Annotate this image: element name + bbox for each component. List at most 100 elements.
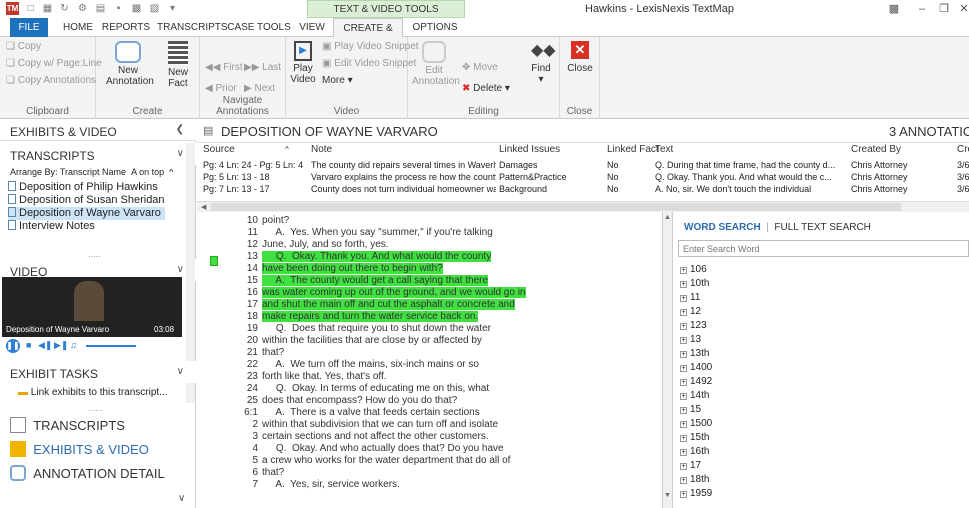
col-text[interactable]: Text [655, 143, 673, 157]
scroll-down-icon[interactable]: ▼ [664, 492, 671, 499]
col-source[interactable]: Source [203, 143, 235, 157]
edit-video-snippet-button[interactable]: ▣ Edit Video Snippet [322, 58, 416, 69]
col-note[interactable]: Note [311, 143, 332, 157]
list-item[interactable]: Deposition of Philip Hawkins [8, 181, 165, 194]
scroll-left-icon[interactable]: ◀ [201, 203, 206, 211]
new-fact-button[interactable]: New Fact [160, 41, 196, 89]
save-icon[interactable]: □ [25, 3, 36, 14]
expand-icon[interactable]: + [680, 365, 687, 372]
expand-icon[interactable]: + [680, 477, 687, 484]
tab-file[interactable]: FILE [10, 18, 48, 37]
tab-full-text-search[interactable]: FULL TEXT SEARCH [774, 222, 871, 233]
transcript-icon[interactable]: ▤ [95, 3, 106, 14]
transcript-line[interactable]: 17 and shut the main off and cut the asph… [197, 299, 515, 310]
word-list-item[interactable]: +1400 [680, 362, 712, 376]
tab-create-edit[interactable]: CREATE & EDIT [333, 18, 403, 53]
table-cell[interactable]: Background [499, 184, 599, 195]
table-cell[interactable]: Varvaro explains the process re how the … [311, 172, 496, 183]
word-list-item[interactable]: +12 [680, 306, 701, 320]
close-button[interactable]: ✕ Close [566, 41, 594, 74]
next-button[interactable]: ▶ Next [244, 83, 275, 94]
transcript-line[interactable]: 25 does that encompass? How do you do tha… [197, 395, 457, 406]
word-list-item[interactable]: +13th [680, 348, 709, 362]
transcript-line[interactable]: 11 A. Yes. When you say "summer," if you… [197, 227, 493, 238]
chevron-down-icon[interactable]: ∨ [177, 148, 184, 159]
table-cell[interactable]: Chris Attorney [851, 160, 951, 171]
volume-icon[interactable]: ♫ [70, 340, 77, 350]
chevron-down-icon[interactable]: ∨ [178, 493, 185, 504]
transcript-view[interactable]: 10 point? 11 A. Yes. When you say "summer,… [197, 212, 663, 508]
expand-icon[interactable]: + [680, 267, 687, 274]
transcript-line[interactable]: 22 A. We turn off the mains, six-inch ma… [197, 359, 479, 370]
table-cell[interactable]: No [607, 160, 652, 171]
table-cell[interactable]: 3/6 [957, 184, 969, 195]
expand-icon[interactable]: + [680, 281, 687, 288]
word-list-item[interactable]: +123 [680, 320, 707, 334]
previous-icon[interactable]: ◀❚ [38, 340, 52, 351]
tab-view[interactable]: VIEW [296, 18, 328, 37]
table-cell[interactable]: Pg: 4 Ln: 24 - Pg: 5 Ln: 4 [203, 160, 308, 171]
splitter-grip[interactable]: ...... [88, 403, 103, 413]
transcript-line[interactable]: 24 Q. Okay. In terms of educating me on … [197, 383, 489, 394]
tab-reports[interactable]: REPORTS [100, 18, 152, 37]
expand-icon[interactable]: + [680, 463, 687, 470]
transcript-line[interactable]: 6 that? [197, 467, 284, 478]
print-icon[interactable]: ▦ [42, 3, 53, 14]
scroll-thumb[interactable] [211, 203, 901, 211]
expand-icon[interactable]: + [680, 295, 687, 302]
list-item[interactable]: Deposition of Wayne Varvaro [8, 207, 165, 220]
new-annotation-button[interactable]: New Annotation [106, 41, 154, 87]
last-button[interactable]: ▶▶ Last [244, 62, 281, 73]
tab-word-search[interactable]: WORD SEARCH [684, 222, 761, 233]
tab-options[interactable]: OPTIONS [410, 18, 460, 37]
find-button[interactable]: ◆◆ Find ▾ [526, 41, 556, 85]
col-linked-issues[interactable]: Linked Issues [499, 143, 560, 157]
tab-case-tools[interactable]: CASE TOOLS [227, 18, 291, 37]
transcript-line[interactable]: 5 a crew who works for the water departme… [197, 455, 510, 466]
next-icon[interactable]: ▶❚ [54, 340, 68, 351]
close-window-icon[interactable]: ✕ [950, 0, 969, 18]
transcript-line[interactable]: 14 have been doing out there to begin wit… [197, 263, 443, 274]
expand-icon[interactable]: + [680, 393, 687, 400]
table-cell[interactable]: Pg: 5 Ln: 13 - 18 [203, 172, 308, 183]
transcript-line[interactable]: 19 Q. Does that require you to shut down… [197, 323, 491, 334]
prior-button[interactable]: ◀ Prior [205, 83, 237, 94]
horizontal-scrollbar[interactable]: ◀ [197, 201, 969, 212]
report-icon[interactable]: ▪ [113, 3, 124, 14]
transcript-line[interactable]: 7 A. Yes, sir, service workers. [197, 479, 399, 490]
table-cell[interactable]: 3/6 [957, 160, 969, 171]
word-list-item[interactable]: +1500 [680, 418, 712, 432]
table-cell[interactable]: Damages [499, 160, 599, 171]
word-list-item[interactable]: +11 [680, 292, 700, 306]
word-list-item[interactable]: +10th [680, 278, 709, 292]
video-player[interactable]: Deposition of Wayne Varvaro 03:08 [2, 277, 182, 337]
expand-icon[interactable]: + [680, 449, 687, 456]
edit-annotation-button[interactable]: Edit Annotation [412, 41, 460, 87]
word-list-item[interactable]: +16th [680, 446, 709, 460]
sort-icon[interactable]: ^ [285, 143, 289, 157]
chevron-left-icon[interactable]: ❮ [176, 124, 184, 135]
expand-icon[interactable]: + [680, 309, 687, 316]
nav-exhibits-video[interactable]: EXHIBITS & VIDEO [10, 441, 149, 457]
play-video-button[interactable]: ▶ Play Video [290, 41, 316, 85]
expand-icon[interactable]: + [680, 407, 687, 414]
word-list-item[interactable]: +13 [680, 334, 701, 348]
expand-icon[interactable]: + [680, 337, 687, 344]
word-list-item[interactable]: +1492 [680, 376, 712, 390]
col-created-by[interactable]: Created By [851, 143, 901, 157]
volume-slider[interactable] [86, 345, 136, 347]
arrange-by[interactable]: Arrange By: Transcript Name A on top ^ [10, 167, 173, 177]
chevron-down-icon[interactable]: ∨ [177, 264, 184, 275]
nav-annotation-detail[interactable]: ANNOTATION DETAIL [10, 465, 165, 481]
list-item[interactable]: Interview Notes [8, 220, 165, 233]
settings-icon[interactable]: ⚙ [77, 3, 88, 14]
word-list-item[interactable]: +15th [680, 432, 709, 446]
list-item[interactable]: Deposition of Susan Sheridan [8, 194, 165, 207]
transcript-line[interactable]: 4 Q. Okay. And who actually does that? D… [197, 443, 503, 454]
scroll-up-icon[interactable]: ▲ [664, 214, 671, 221]
word-list-item[interactable]: +106 [680, 264, 707, 278]
copy-page-line-button[interactable]: ❏ Copy w/ Page:Line [6, 58, 102, 69]
copy-button[interactable]: ❏ Copy [6, 41, 41, 52]
link-exhibits-link[interactable]: ▬ Link exhibits to this transcript... [18, 387, 168, 398]
transcript-line[interactable]: 12 June, July, and so forth, yes. [197, 239, 389, 250]
